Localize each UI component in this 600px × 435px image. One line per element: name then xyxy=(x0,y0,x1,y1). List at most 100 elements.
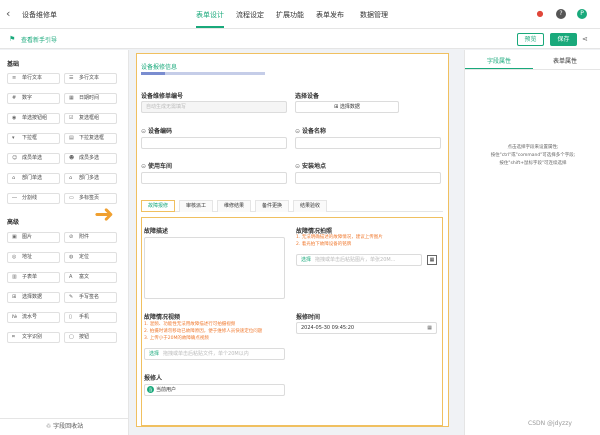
comp-single-text[interactable]: ≡ 单行文本 xyxy=(7,73,60,84)
inner-tab-fault-report[interactable]: 故障报修 xyxy=(141,200,175,212)
dept-multi-icon: ⌂ xyxy=(69,175,73,181)
comp-attachment[interactable]: ⊘ 附件 xyxy=(64,232,117,243)
comp-address[interactable]: ◎ 地址 xyxy=(7,252,60,263)
back-icon[interactable]: ‹ xyxy=(6,7,10,21)
calendar-icon: ▦ xyxy=(427,325,432,331)
fault-photo-upload[interactable]: 选择 拖拽或单击后粘贴图片，单张20M... xyxy=(296,254,422,266)
guide-icon: ⚑ xyxy=(9,35,16,43)
text-icon: ≡ xyxy=(12,75,17,81)
comp-radio-group[interactable]: ◉ 单选按钮组 xyxy=(7,113,60,124)
link-icon: ⊝ xyxy=(141,128,147,135)
dept-icon: ⌂ xyxy=(12,175,16,181)
link-icon: ⊝ xyxy=(295,163,301,170)
fault-video-upload[interactable]: 选择 拖拽或单击后粘贴文件，单个20M以内 xyxy=(144,348,285,360)
help-icon[interactable]: ? xyxy=(556,9,566,19)
fault-video-hint-3: 3. 上传小于20M的故障确点视频 xyxy=(144,336,209,341)
location-icon: ◍ xyxy=(69,254,74,260)
workshop-input[interactable] xyxy=(141,172,287,184)
tab-form-properties[interactable]: 表单属性 xyxy=(553,56,577,65)
active-tab-underline xyxy=(196,26,224,28)
fault-report-panel: 故障描述 故障情况拍照 1. 无法明确描述的故障情况，建议上传图片 2. 着光拍… xyxy=(141,217,443,426)
preview-button[interactable]: 预览 xyxy=(517,33,544,46)
comp-subform[interactable]: ▥ 子表单 xyxy=(7,272,60,283)
comp-number[interactable]: # 数字 xyxy=(7,93,60,104)
fault-photo-hint-1: 1. 无法明确描述的故障情况，建议上传图片 xyxy=(296,235,383,240)
section-bar xyxy=(141,72,265,75)
form-canvas: 设备报修信息 设备维修单编号 自动生成无需填写 选择设备 ⊞ 选择数据 ⊝ 设备编… xyxy=(136,53,449,427)
watermark: CSDN @jdyzzy xyxy=(528,420,572,427)
inner-tab-repair-result[interactable]: 维修结果 xyxy=(217,200,251,212)
share-icon[interactable]: ⋖ xyxy=(582,35,588,43)
property-hint-3: 按住"shift+鼠标字段"可连续选择 xyxy=(499,161,567,166)
comp-richtext[interactable]: A 富文 xyxy=(64,272,117,283)
device-name-input[interactable] xyxy=(295,137,441,149)
user-icon: ☺ xyxy=(12,155,18,161)
workshop-label: ⊝ 使用车间 xyxy=(141,163,173,170)
fault-desc-textarea[interactable] xyxy=(144,237,285,299)
section-title: 设备报修信息 xyxy=(141,64,178,71)
fault-photo-hint-2: 2. 着光拍下故障设备的铭牌 xyxy=(296,242,352,247)
comp-divider[interactable]: ― 分割线 xyxy=(7,193,60,204)
group-title-basic: 基础 xyxy=(7,61,20,68)
radio-icon: ◉ xyxy=(12,115,17,121)
inner-tab-acceptance[interactable]: 结果验收 xyxy=(293,200,327,212)
report-time-label: 报修时间 xyxy=(296,314,321,321)
tab-field-properties[interactable]: 字段属性 xyxy=(487,56,511,65)
tab-data-management[interactable]: 数据管理 xyxy=(360,10,388,20)
qr-scan-icon[interactable]: ▦ xyxy=(427,255,437,265)
calendar-icon: ▦ xyxy=(69,95,74,101)
app-title: 设备维修单 xyxy=(22,11,57,19)
device-code-input[interactable] xyxy=(141,137,287,149)
field-recycle-bin[interactable]: ♲ 字段回收站 xyxy=(0,418,129,435)
repair-no-input[interactable]: 自动生成无需填写 xyxy=(141,101,287,113)
save-button[interactable]: 保存 xyxy=(550,33,577,46)
fault-video-label: 故障情况视频 xyxy=(144,314,181,321)
comp-button[interactable]: ▢ 按钮 xyxy=(64,332,117,343)
user-avatar[interactable]: P xyxy=(577,9,587,19)
reporter-label: 报修人 xyxy=(144,375,163,382)
property-hint-1: 点击选择字段来设置属性; xyxy=(507,145,559,150)
comp-image[interactable]: ▣ 图片 xyxy=(7,232,60,243)
comp-multi-text[interactable]: ☰ 多行文本 xyxy=(64,73,117,84)
comp-dropdown[interactable]: ▾ 下拉框 xyxy=(7,133,60,144)
inner-tab-audit-dispatch[interactable]: 审核派工 xyxy=(179,200,213,212)
tab-flow-settings[interactable]: 流程设定 xyxy=(236,10,264,20)
group-title-advanced: 高级 xyxy=(7,219,20,226)
comp-checkbox-group[interactable]: ☑ 复选框组 xyxy=(64,113,117,124)
comp-ocr[interactable]: ⌗ 文字识别 xyxy=(7,332,60,343)
install-location-input[interactable] xyxy=(295,172,441,184)
property-hint-2: 按住"ctrl"或"command"可选择多个字段; xyxy=(490,153,576,158)
tab-form-design[interactable]: 表单设计 xyxy=(196,10,224,20)
attachment-icon: ⊘ xyxy=(69,234,74,240)
bell-icon[interactable]: ● xyxy=(535,9,545,19)
comp-select-data[interactable]: ⊞ 选择数据 xyxy=(7,292,60,303)
annotation-arrow-icon: ➜ xyxy=(94,200,115,228)
comp-serial[interactable]: № 流水号 xyxy=(7,312,60,323)
fault-video-hint-2: 2. 拍摄时请勿移动已故障原因，便于维修人员快速定位问题 xyxy=(144,329,263,334)
report-time-input[interactable]: 2024-05-30 09:45:20 ▦ xyxy=(296,322,437,334)
inner-tab-parts-replace[interactable]: 备件更换 xyxy=(255,200,289,212)
tab-extensions[interactable]: 扩展功能 xyxy=(276,10,304,20)
comp-phone[interactable]: ▯ 手机 xyxy=(64,312,117,323)
comp-member-single[interactable]: ☺ 成员单选 xyxy=(7,153,60,164)
comp-dept-single[interactable]: ⌂ 部门单选 xyxy=(7,173,60,184)
ocr-icon: ⌗ xyxy=(12,334,15,340)
reporter-input[interactable]: 当当前用户 xyxy=(144,384,285,396)
dropdown-multi-icon: ▤ xyxy=(69,135,74,141)
link-icon: ⊝ xyxy=(141,163,147,170)
fault-desc-label: 故障描述 xyxy=(144,228,169,235)
comp-dropdown-multi[interactable]: ▤ 下拉复选框 xyxy=(64,133,117,144)
select-device-button[interactable]: ⊞ 选择数据 xyxy=(295,101,399,113)
comp-signature[interactable]: ✎ 手写签名 xyxy=(64,292,117,303)
dropdown-icon: ▾ xyxy=(12,135,15,141)
address-icon: ◎ xyxy=(12,254,17,260)
comp-datetime[interactable]: ▦ 日期时间 xyxy=(64,93,117,104)
top-header: ‹ 设备维修单 表单设计 流程设定 扩展功能 表单发布 数据管理 ● ? P xyxy=(0,0,600,29)
guide-link[interactable]: 查看新手引导 xyxy=(21,35,57,44)
comp-location[interactable]: ◍ 定位 xyxy=(64,252,117,263)
reporter-avatar: 当 xyxy=(147,386,154,393)
comp-dept-multi[interactable]: ⌂ 部门多选 xyxy=(64,173,117,184)
active-tab-line xyxy=(465,68,533,69)
tab-form-publish[interactable]: 表单发布 xyxy=(316,10,344,20)
comp-member-multi[interactable]: ☻ 成员多选 xyxy=(64,153,117,164)
